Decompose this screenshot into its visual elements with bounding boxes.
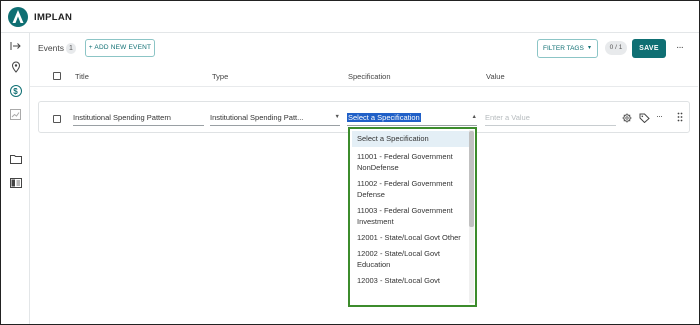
location-pin-icon[interactable] — [5, 58, 26, 76]
dollar-icon[interactable]: $ — [5, 82, 26, 100]
dropdown-option[interactable]: 12001 - State/Local Govt Other — [352, 231, 470, 247]
selection-count-badge: 0 / 1 — [605, 41, 627, 55]
collapse-arrow-icon[interactable] — [5, 37, 26, 55]
chevron-down-icon: ▼ — [334, 114, 340, 120]
drag-handle-icon[interactable] — [677, 112, 683, 124]
dropdown-option[interactable]: 12002 - State/Local Govt Education — [352, 247, 470, 274]
event-title-input[interactable]: Institutional Spending Pattern — [73, 111, 204, 126]
tag-icon[interactable] — [639, 113, 650, 125]
scrollbar-thumb[interactable] — [469, 131, 474, 227]
gear-icon[interactable] — [622, 113, 632, 125]
column-header-value: Value — [486, 72, 505, 81]
dropdown-scrollbar[interactable] — [469, 130, 474, 303]
filter-tags-button[interactable]: FILTER TAGS ▾ — [537, 39, 598, 58]
column-header-type: Type — [212, 72, 229, 81]
event-type-select[interactable]: Institutional Spending Patt... ▼ — [210, 111, 340, 126]
column-header-title: Title — [75, 72, 89, 81]
event-type-value: Institutional Spending Patt... — [210, 113, 304, 122]
folder-icon[interactable] — [5, 150, 26, 168]
dropdown-option[interactable]: 11002 - Federal Government Defense — [352, 177, 470, 204]
save-button[interactable]: SAVE — [632, 39, 666, 58]
specification-options-list: Select a Specification 11001 - Federal G… — [352, 131, 470, 290]
specification-dropdown: Select a Specification 11001 - Federal G… — [348, 127, 477, 307]
filter-tags-label: FILTER TAGS — [543, 45, 584, 52]
header-divider — [30, 86, 698, 87]
dropdown-option[interactable]: 12003 - State/Local Govt — [352, 274, 470, 290]
row-more-options-icon[interactable]: ··· — [656, 111, 663, 121]
select-all-checkbox[interactable] — [53, 72, 61, 80]
dropdown-option[interactable]: Select a Specification — [352, 131, 470, 147]
more-options-icon[interactable]: ··· — [676, 42, 684, 53]
specification-select[interactable]: Select a Specification ▲ — [347, 111, 477, 126]
add-new-event-button[interactable]: + ADD NEW EVENT — [85, 39, 155, 57]
events-count-badge: 1 — [66, 43, 76, 54]
brand-name: IMPLAN — [34, 12, 73, 23]
events-label: Events — [38, 43, 64, 53]
caret-down-icon: ▾ — [587, 45, 591, 51]
left-rail: $ — [1, 33, 30, 324]
book-icon[interactable] — [5, 174, 26, 192]
column-header-specification: Specification — [348, 72, 391, 81]
dropdown-option[interactable]: 11003 - Federal Government Investment — [352, 204, 470, 231]
top-bar: IMPLAN — [1, 1, 699, 33]
dropdown-option[interactable]: 11001 - Federal Government NonDefense — [352, 150, 470, 177]
implan-logo-icon — [8, 7, 28, 27]
chevron-up-icon: ▲ — [471, 114, 477, 120]
chart-icon[interactable] — [5, 105, 26, 123]
event-row-checkbox[interactable] — [53, 115, 61, 123]
specification-value: Select a Specification — [347, 113, 421, 122]
value-input[interactable]: Enter a Value — [485, 111, 616, 126]
